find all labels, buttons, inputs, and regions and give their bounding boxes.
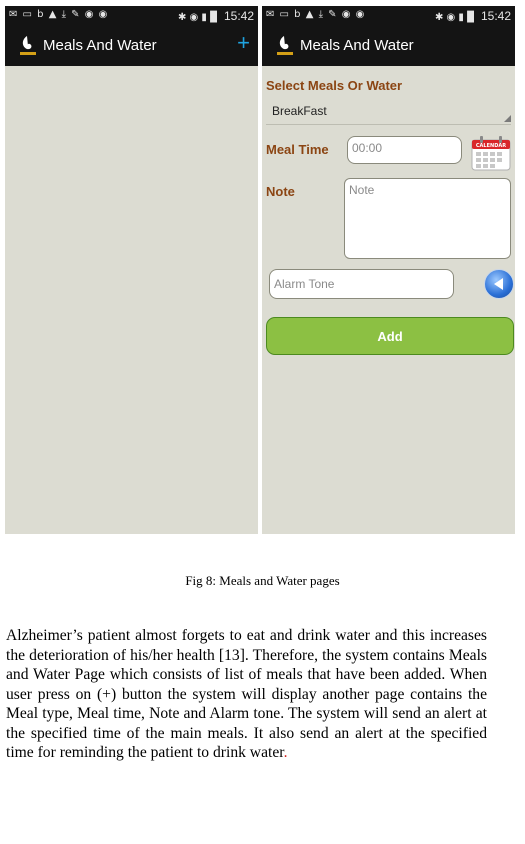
status-bar: ✉ ▭ b ▲ ⤓ ✎ ◉ ◉ ✱ ◉ ▮ ▉ 15:42 [262,6,515,26]
status-time: 15:42 [480,9,511,23]
meals-list-screen: ✉ ▭ b ▲ ⤓ ✎ ◉ ◉ ✱ ◉ ▮ ▉ 15:42 Meals And … [5,6,258,534]
add-meal-button[interactable]: + [237,30,250,56]
app-logo-icon [20,36,36,55]
notification-icons: ✉ ▭ b ▲ ⤓ ✎ ◉ ◉ [266,9,366,20]
dropdown-caret-icon [504,115,511,122]
alarm-tone-placeholder: Alarm Tone [274,277,335,291]
paragraph-end-mark: . [283,744,288,761]
add-button[interactable]: Add [266,317,514,355]
system-status: ✱ ◉ ▮ ▉ 15:42 [178,9,254,23]
alarm-select-button[interactable] [484,269,514,299]
paragraph-text: Alzheimer’s patient almost forgets to ea… [6,627,487,761]
note-textarea[interactable]: Note [344,178,511,259]
meal-type-value: BreakFast [272,104,327,118]
meal-time-placeholder: 00:00 [352,141,383,155]
add-meal-screen: ✉ ▭ b ▲ ⤓ ✎ ◉ ◉ ✱ ◉ ▮ ▉ 15:42 Meals And … [262,6,515,534]
app-title: Meals And Water [43,37,157,54]
meal-time-label: Meal Time [266,142,329,157]
calendar-icon-text: CALENDAR [476,143,506,149]
calendar-icon[interactable]: CALENDAR [471,135,511,171]
status-time: 15:42 [223,9,254,23]
system-status: ✱ ◉ ▮ ▉ 15:42 [435,9,511,23]
meal-time-input[interactable]: 00:00 [347,136,462,164]
app-title: Meals And Water [300,37,414,54]
meal-type-spinner[interactable]: BreakFast [266,102,511,125]
action-bar: Meals And Water + [5,26,258,66]
app-logo-icon [277,36,293,55]
figure-caption: Fig 8: Meals and Water pages [185,573,340,588]
note-label: Note [266,184,295,199]
signal-icons: ✱ ◉ ▮ ▉ [177,12,218,23]
body-paragraph: Alzheimer’s patient almost forgets to ea… [6,626,487,763]
status-bar: ✉ ▭ b ▲ ⤓ ✎ ◉ ◉ ✱ ◉ ▮ ▉ 15:42 [5,6,258,26]
action-bar: Meals And Water [262,26,515,66]
note-placeholder: Note [349,183,375,197]
select-meals-header: Select Meals Or Water [266,78,403,93]
alarm-tone-input[interactable]: Alarm Tone [269,269,454,299]
notification-icons: ✉ ▭ b ▲ ⤓ ✎ ◉ ◉ [9,9,109,20]
signal-icons: ✱ ◉ ▮ ▉ [434,12,475,23]
